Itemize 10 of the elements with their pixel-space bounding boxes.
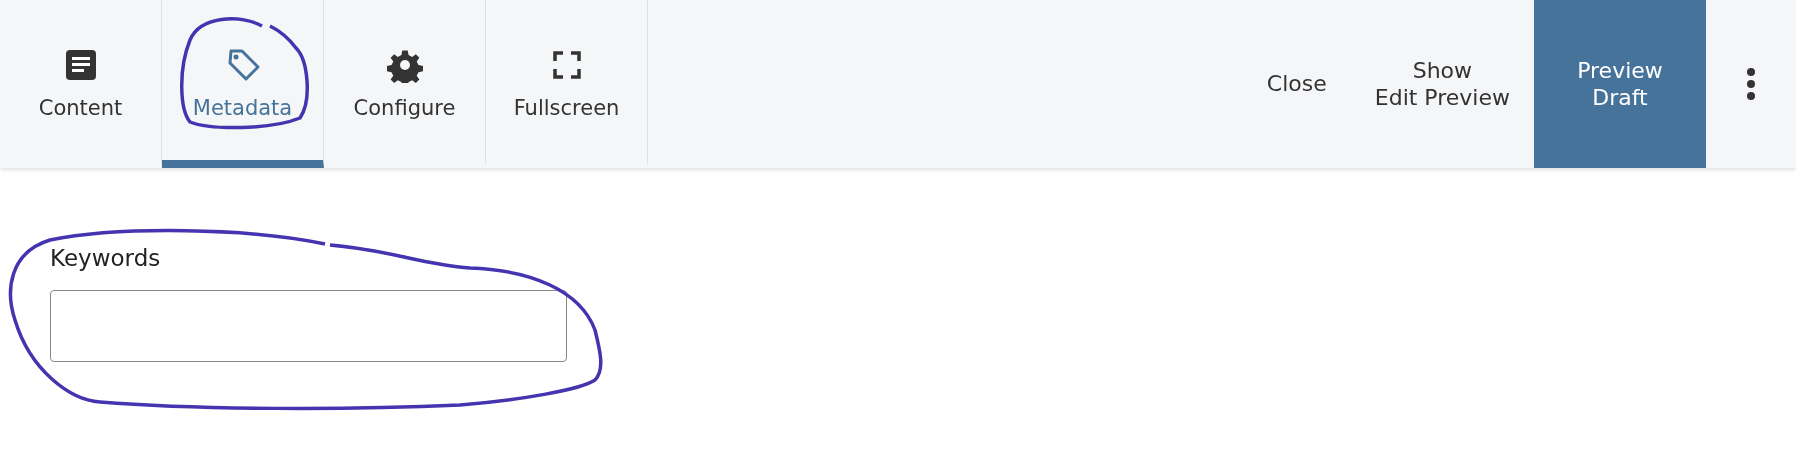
toolbar-tab[interactable]: Content — [0, 0, 162, 168]
preview-draft-button[interactable]: Preview Draft — [1534, 0, 1706, 168]
more-icon — [1746, 67, 1756, 101]
toolbar-tab[interactable]: Fullscreen — [486, 0, 648, 168]
toolbar-tab[interactable]: Configure — [324, 0, 486, 168]
toolbar-tab[interactable]: Metadata — [162, 0, 324, 168]
keywords-field[interactable] — [50, 289, 567, 362]
field-label: Keywords — [50, 244, 162, 273]
toolbar-button[interactable]: Close — [1242, 0, 1351, 168]
toolbar-button[interactable]: Show Edit Preview — [1350, 0, 1534, 168]
